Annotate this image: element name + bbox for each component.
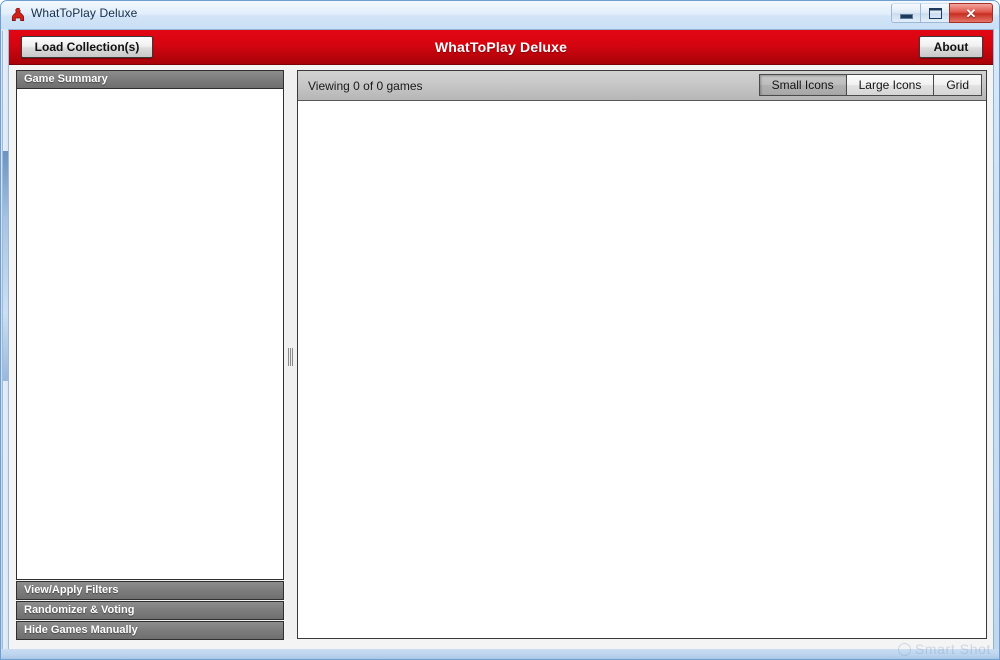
- edge-scrollbar-thumb[interactable]: [3, 151, 8, 381]
- view-mode-group: Small Icons Large Icons Grid: [758, 74, 982, 96]
- games-toolbar: Viewing 0 of 0 games Small Icons Large I…: [298, 71, 986, 101]
- title-bar[interactable]: WhatToPlay Deluxe ✕: [1, 1, 999, 29]
- games-list-canvas[interactable]: [298, 101, 986, 638]
- sidebar-item-game-summary[interactable]: Game Summary: [16, 70, 284, 89]
- view-mode-small-icons[interactable]: Small Icons: [758, 74, 847, 96]
- sidebar-panel: Game Summary View/Apply Filters Randomiz…: [16, 70, 284, 640]
- panel-splitter[interactable]: [285, 70, 297, 639]
- games-panel: Viewing 0 of 0 games Small Icons Large I…: [297, 70, 987, 639]
- meeple-icon: [9, 6, 27, 24]
- sidebar-item-randomizer-voting[interactable]: Randomizer & Voting: [16, 601, 284, 620]
- sidebar-item-view-apply-filters[interactable]: View/Apply Filters: [16, 581, 284, 600]
- window-bottom-strip: [1, 649, 999, 659]
- application-window: WhatToPlay Deluxe ✕ WhatToPlay Deluxe Lo…: [0, 0, 1000, 660]
- load-collections-button[interactable]: Load Collection(s): [21, 36, 153, 58]
- app-header-bar: WhatToPlay Deluxe Load Collection(s) Abo…: [9, 30, 993, 65]
- window-title: WhatToPlay Deluxe: [31, 6, 138, 20]
- maximize-icon: [928, 7, 942, 19]
- close-button[interactable]: ✕: [949, 3, 993, 23]
- app-title: WhatToPlay Deluxe: [434, 39, 568, 55]
- minimize-button[interactable]: [891, 3, 921, 23]
- view-mode-large-icons[interactable]: Large Icons: [846, 74, 935, 96]
- client-area: WhatToPlay Deluxe Load Collection(s) Abo…: [8, 29, 994, 651]
- minimize-icon: [899, 14, 913, 19]
- view-mode-grid[interactable]: Grid: [934, 74, 982, 96]
- splitter-grip-icon[interactable]: [288, 348, 294, 366]
- close-icon: ✕: [965, 5, 977, 21]
- main-split-area: Game Summary View/Apply Filters Randomiz…: [9, 65, 993, 650]
- game-summary-content: [16, 89, 284, 580]
- viewing-status-label: Viewing 0 of 0 games: [308, 79, 423, 93]
- maximize-button[interactable]: [920, 3, 950, 23]
- edge-scrollbar[interactable]: [2, 31, 9, 656]
- about-button[interactable]: About: [919, 36, 983, 58]
- sidebar-item-hide-games-manually[interactable]: Hide Games Manually: [16, 621, 284, 640]
